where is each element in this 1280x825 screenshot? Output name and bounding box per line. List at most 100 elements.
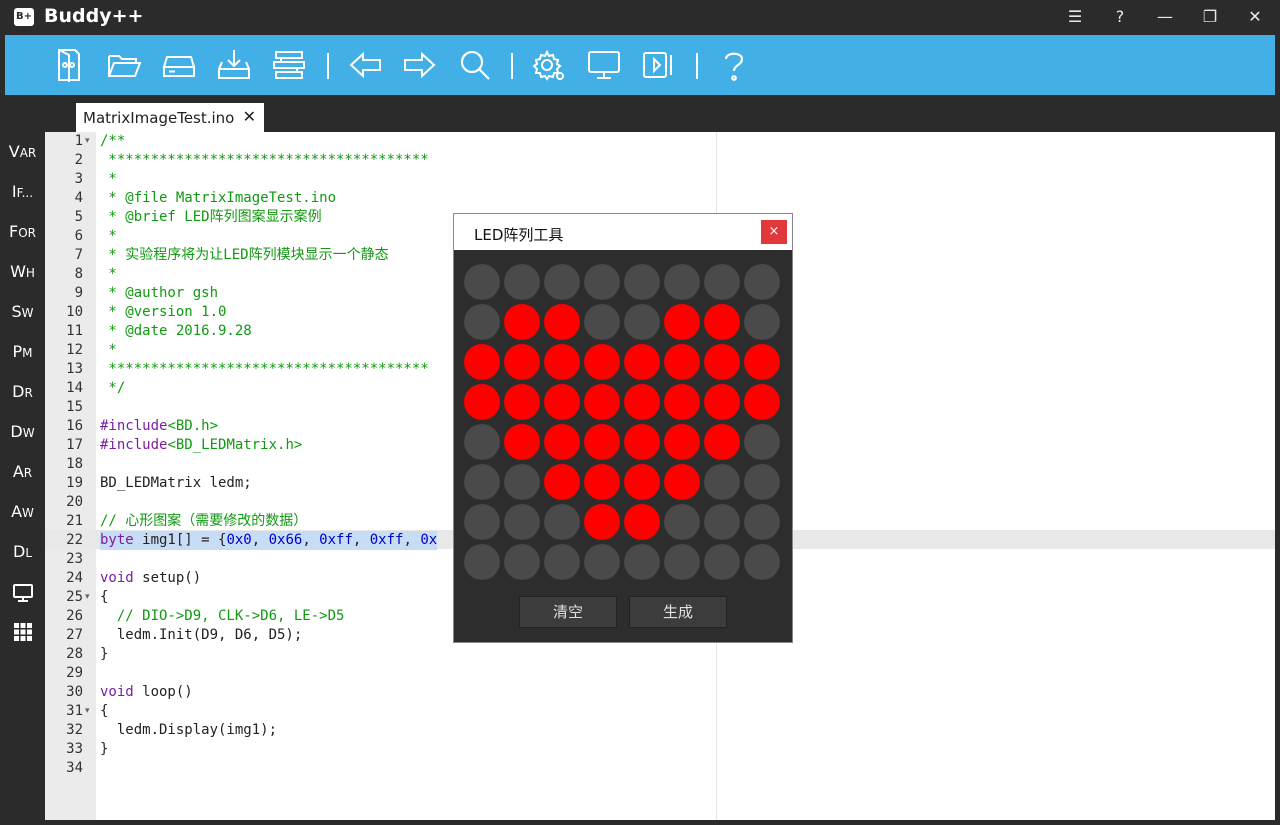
led-cell[interactable] bbox=[624, 544, 660, 580]
led-cell[interactable] bbox=[504, 384, 540, 420]
led-cell[interactable] bbox=[544, 344, 580, 380]
led-cell[interactable] bbox=[544, 424, 580, 460]
sidebar-item-switch[interactable]: SW bbox=[0, 297, 45, 327]
led-cell[interactable] bbox=[504, 544, 540, 580]
led-cell[interactable] bbox=[664, 384, 700, 420]
led-cell[interactable] bbox=[464, 384, 500, 420]
led-cell[interactable] bbox=[584, 544, 620, 580]
serial-monitor-icon[interactable] bbox=[0, 577, 45, 607]
led-cell[interactable] bbox=[584, 504, 620, 540]
led-cell[interactable] bbox=[464, 504, 500, 540]
led-cell[interactable] bbox=[624, 304, 660, 340]
led-cell[interactable] bbox=[664, 264, 700, 300]
led-cell[interactable] bbox=[704, 424, 740, 460]
led-cell[interactable] bbox=[544, 544, 580, 580]
led-cell[interactable] bbox=[464, 264, 500, 300]
sidebar-item-var[interactable]: VAR bbox=[0, 137, 45, 167]
led-cell[interactable] bbox=[664, 504, 700, 540]
led-cell[interactable] bbox=[624, 424, 660, 460]
led-matrix-icon[interactable] bbox=[0, 617, 45, 647]
sidebar-item-while[interactable]: WH bbox=[0, 257, 45, 287]
sidebar-item-for[interactable]: FOR bbox=[0, 217, 45, 247]
upload-icon[interactable] bbox=[641, 47, 677, 83]
led-cell[interactable] bbox=[504, 264, 540, 300]
help-icon[interactable]: ? bbox=[1100, 4, 1140, 30]
led-cell[interactable] bbox=[624, 504, 660, 540]
led-cell[interactable] bbox=[664, 464, 700, 500]
led-cell[interactable] bbox=[464, 304, 500, 340]
sidebar-item-analogwrite[interactable]: AW bbox=[0, 497, 45, 527]
monitor-icon[interactable] bbox=[586, 47, 622, 83]
led-cell[interactable] bbox=[544, 304, 580, 340]
fold-arrow-icon[interactable]: ▾ bbox=[85, 592, 90, 602]
sidebar-item-digitalwrite[interactable]: DW bbox=[0, 417, 45, 447]
dialog-close-button[interactable]: × bbox=[761, 220, 787, 244]
led-cell[interactable] bbox=[744, 424, 780, 460]
fold-arrow-icon[interactable]: ▾ bbox=[85, 136, 90, 146]
led-cell[interactable] bbox=[464, 544, 500, 580]
led-cell[interactable] bbox=[664, 424, 700, 460]
settings-icon[interactable] bbox=[531, 47, 567, 83]
sidebar-item-delay[interactable]: DL bbox=[0, 537, 45, 567]
led-cell[interactable] bbox=[624, 464, 660, 500]
sidebar-item-if[interactable]: IF... bbox=[0, 177, 45, 207]
search-icon[interactable] bbox=[457, 47, 493, 83]
led-cell[interactable] bbox=[504, 504, 540, 540]
led-cell[interactable] bbox=[704, 304, 740, 340]
drive-icon[interactable] bbox=[161, 47, 197, 83]
led-cell[interactable] bbox=[504, 344, 540, 380]
sidebar-item-pinmode[interactable]: PM bbox=[0, 337, 45, 367]
led-cell[interactable] bbox=[744, 544, 780, 580]
sidebar-item-analogread[interactable]: AR bbox=[0, 457, 45, 487]
led-cell[interactable] bbox=[744, 264, 780, 300]
close-icon[interactable]: ✕ bbox=[1235, 4, 1275, 30]
led-cell[interactable] bbox=[584, 424, 620, 460]
led-cell[interactable] bbox=[744, 464, 780, 500]
led-cell[interactable] bbox=[624, 344, 660, 380]
open-folder-icon[interactable] bbox=[106, 47, 142, 83]
led-cell[interactable] bbox=[664, 304, 700, 340]
led-cell[interactable] bbox=[544, 464, 580, 500]
new-file-icon[interactable] bbox=[51, 47, 87, 83]
led-cell[interactable] bbox=[744, 304, 780, 340]
menu-icon[interactable]: ☰ bbox=[1055, 4, 1095, 30]
led-cell[interactable] bbox=[664, 544, 700, 580]
tab-matrix-image-test[interactable]: MatrixImageTest.ino ✕ bbox=[76, 103, 264, 133]
help-icon[interactable] bbox=[716, 47, 752, 83]
download-icon[interactable] bbox=[216, 47, 252, 83]
led-cell[interactable] bbox=[584, 264, 620, 300]
build-icon[interactable] bbox=[271, 47, 307, 83]
led-cell[interactable] bbox=[744, 344, 780, 380]
led-cell[interactable] bbox=[584, 304, 620, 340]
led-cell[interactable] bbox=[704, 464, 740, 500]
led-cell[interactable] bbox=[544, 264, 580, 300]
sidebar-item-digitalread[interactable]: DR bbox=[0, 377, 45, 407]
led-cell[interactable] bbox=[744, 504, 780, 540]
led-cell[interactable] bbox=[584, 384, 620, 420]
led-cell[interactable] bbox=[704, 384, 740, 420]
led-cell[interactable] bbox=[744, 384, 780, 420]
restore-icon[interactable]: ❐ bbox=[1190, 4, 1230, 30]
led-cell[interactable] bbox=[464, 344, 500, 380]
led-cell[interactable] bbox=[464, 464, 500, 500]
led-cell[interactable] bbox=[504, 304, 540, 340]
led-cell[interactable] bbox=[544, 384, 580, 420]
led-cell[interactable] bbox=[704, 344, 740, 380]
generate-button[interactable]: 生成 bbox=[629, 596, 727, 628]
led-cell[interactable] bbox=[704, 264, 740, 300]
led-cell[interactable] bbox=[704, 504, 740, 540]
led-cell[interactable] bbox=[544, 504, 580, 540]
led-cell[interactable] bbox=[664, 344, 700, 380]
led-cell[interactable] bbox=[504, 464, 540, 500]
led-cell[interactable] bbox=[464, 424, 500, 460]
led-cell[interactable] bbox=[624, 264, 660, 300]
led-cell[interactable] bbox=[504, 424, 540, 460]
fold-arrow-icon[interactable]: ▾ bbox=[85, 706, 90, 716]
led-cell[interactable] bbox=[624, 384, 660, 420]
led-cell[interactable] bbox=[584, 464, 620, 500]
clear-button[interactable]: 清空 bbox=[519, 596, 617, 628]
tab-close-icon[interactable]: ✕ bbox=[243, 107, 256, 126]
back-arrow-icon[interactable] bbox=[347, 47, 383, 83]
led-cell[interactable] bbox=[704, 544, 740, 580]
minimize-icon[interactable]: — bbox=[1145, 4, 1185, 30]
